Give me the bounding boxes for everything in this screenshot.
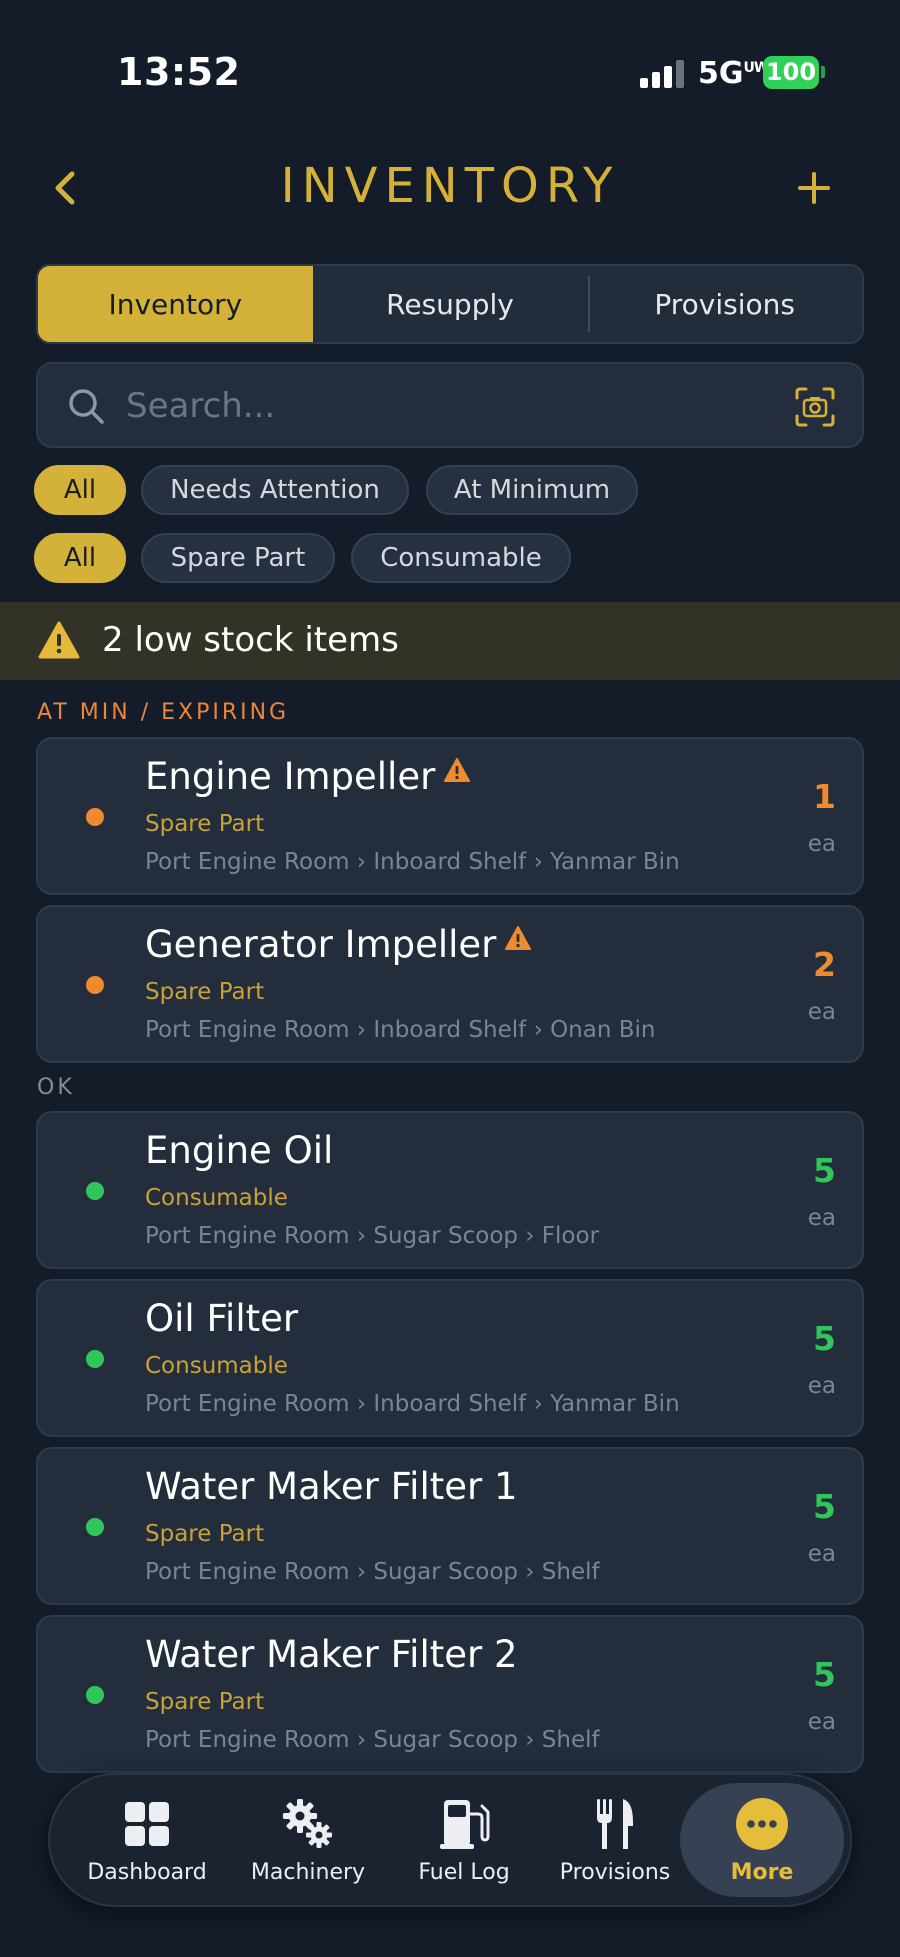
tab-label: Dashboard [87,1859,207,1885]
more-icon [736,1797,788,1850]
tab-more[interactable]: More [680,1783,844,1897]
item-name-row: Generator Impeller [145,923,532,966]
gears-icon [283,1798,332,1848]
list-item[interactable]: Water Maker Filter 2 Spare Part Port Eng… [36,1615,864,1773]
filter-consumable[interactable]: Consumable [351,533,571,583]
item-name-row: Engine Impeller [145,755,471,798]
segmented-control: Inventory Resupply Provisions [36,264,864,344]
item-category: Spare Part [145,811,265,837]
status-dot [86,808,104,826]
item-name: Engine Impeller [145,755,436,798]
status-dot [86,1518,104,1536]
grid-icon [125,1801,169,1846]
fork-knife-icon [597,1798,633,1849]
item-category: Spare Part [145,1521,265,1547]
item-name: Water Maker Filter 1 [145,1465,518,1508]
segment-divider [588,276,590,332]
item-quantity: 5 [813,1487,836,1526]
list-item[interactable]: Generator Impeller Spare Part Port Engin… [36,905,864,1063]
item-location: Port Engine Room › Inboard Shelf › Yanma… [145,849,680,875]
item-name: Oil Filter [145,1297,299,1340]
tab-label: Fuel Log [418,1859,510,1885]
item-name: Engine Oil [145,1129,334,1172]
filter-status-all[interactable]: All [34,465,126,515]
item-category: Consumable [145,1185,288,1211]
section-label-ok: OK [37,1075,75,1100]
item-location: Port Engine Room › Sugar Scoop › Shelf [145,1559,600,1585]
segment-provisions[interactable]: Provisions [587,266,862,342]
tab-bar: Dashboard Machinery Fuel Log Provisions … [48,1773,852,1907]
item-location: Port Engine Room › Inboard Shelf › Yanma… [145,1391,680,1417]
item-location: Port Engine Room › Inboard Shelf › Onan … [145,1017,656,1043]
filter-needs-attention[interactable]: Needs Attention [141,465,409,515]
item-unit: ea [807,1205,836,1231]
tab-label: Machinery [250,1859,366,1885]
search-input[interactable] [126,380,726,432]
filter-at-minimum[interactable]: At Minimum [426,465,638,515]
status-dot [86,976,104,994]
item-category: Spare Part [145,1689,265,1715]
item-name: Generator Impeller [145,923,497,966]
item-unit: ea [807,1541,836,1567]
tab-machinery[interactable]: Machinery [228,1775,388,1905]
fuel-pump-icon [440,1799,490,1849]
battery-icon: 100 [763,56,819,89]
item-unit: ea [807,1709,836,1735]
warning-icon [444,758,471,782]
network-indicator: 5GUW [698,56,769,91]
item-name: Water Maker Filter 2 [145,1633,518,1676]
low-stock-banner[interactable]: 2 low stock items [0,602,900,680]
item-quantity: 5 [813,1319,836,1358]
status-dot [86,1350,104,1368]
search-icon [69,389,104,424]
list-item[interactable]: Engine Impeller Spare Part Port Engine R… [36,737,864,895]
item-quantity: 5 [813,1151,836,1190]
tab-label: Provisions [559,1859,671,1885]
battery-tip [821,66,825,78]
section-label-at-min: AT MIN / EXPIRING [37,700,290,725]
tab-provisions[interactable]: Provisions [540,1775,690,1905]
item-location: Port Engine Room › Sugar Scoop › Shelf [145,1727,600,1753]
item-category: Consumable [145,1353,288,1379]
item-quantity: 2 [813,945,836,984]
tab-dashboard[interactable]: Dashboard [72,1775,222,1905]
filter-type-all[interactable]: All [34,533,126,583]
add-item-button[interactable] [790,160,838,216]
item-unit: ea [807,831,836,857]
banner-text: 2 low stock items [102,620,399,660]
network-label: 5G [698,56,744,91]
warning-icon [38,621,80,659]
list-item[interactable]: Engine Oil Consumable Port Engine Room ›… [36,1111,864,1269]
tab-fuel-log[interactable]: Fuel Log [394,1775,534,1905]
item-unit: ea [807,1373,836,1399]
camera-scan-icon[interactable] [794,386,836,428]
page-title: INVENTORY [280,158,620,214]
item-quantity: 1 [813,777,836,816]
warning-icon [505,926,532,950]
item-quantity: 5 [813,1655,836,1694]
status-bar: 13:52 5GUW 100 [0,0,900,150]
item-category: Spare Part [145,979,265,1005]
list-item[interactable]: Water Maker Filter 1 Spare Part Port Eng… [36,1447,864,1605]
segment-inventory[interactable]: Inventory [38,266,313,342]
plus-icon [798,172,830,204]
item-unit: ea [807,999,836,1025]
status-time: 13:52 [117,50,241,94]
status-dot [86,1182,104,1200]
signal-icon [640,60,686,88]
list-item[interactable]: Oil Filter Consumable Port Engine Room ›… [36,1279,864,1437]
segment-resupply[interactable]: Resupply [313,266,588,342]
tab-label: More [730,1859,794,1885]
filter-spare-part[interactable]: Spare Part [141,533,335,583]
item-location: Port Engine Room › Sugar Scoop › Floor [145,1223,600,1249]
status-dot [86,1686,104,1704]
search-bar [36,362,864,448]
